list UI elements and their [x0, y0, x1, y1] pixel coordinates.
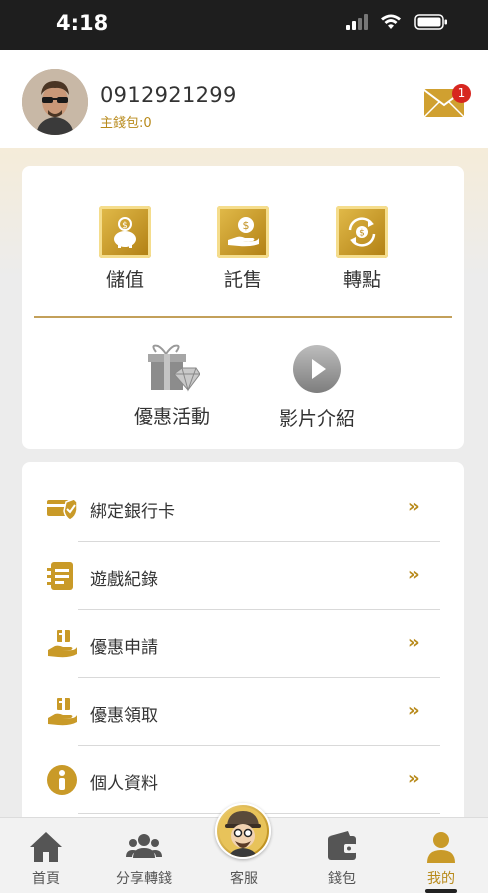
bank-card-shield-icon [47, 498, 78, 521]
quick-actions-card: $ 儲值 $ 託售 $ 轉點 優惠活動 影片介紹 [22, 166, 464, 449]
hand-coin-icon: $ [217, 206, 269, 258]
main-wallet-balance: 主錢包:0 [100, 116, 152, 131]
menu-label: 遊戲紀錄 [90, 570, 158, 590]
status-bar: 4:18 [0, 0, 488, 50]
users-icon [126, 834, 162, 858]
gift-diamond-icon [148, 344, 201, 392]
support-mascot-icon [219, 807, 267, 857]
game-record-icon [47, 562, 73, 590]
chevron-double-right-icon: » [408, 564, 419, 585]
menu-label: 優惠申請 [90, 638, 158, 658]
chevron-double-right-icon: » [408, 700, 419, 721]
info-icon [47, 765, 77, 795]
menu-label: 優惠領取 [90, 706, 158, 726]
wallet-icon [328, 831, 357, 860]
user-icon [427, 832, 455, 863]
wifi-icon [381, 14, 401, 29]
chevron-double-right-icon: » [408, 768, 419, 789]
video-intro-label: 影片介紹 [278, 408, 355, 430]
status-icons [346, 14, 448, 30]
tab-share-transfer[interactable]: 分享轉錢 [104, 818, 184, 893]
avatar[interactable] [22, 69, 88, 135]
home-icon [30, 832, 62, 862]
promo-claim-icon [48, 698, 77, 726]
svg-text:$: $ [359, 229, 365, 239]
svg-text:$: $ [122, 221, 128, 231]
menu-label: 個人資料 [90, 774, 158, 794]
tab-label: 客服 [230, 871, 258, 887]
battery-icon [414, 14, 447, 30]
tab-wallet[interactable]: 錢包 [302, 818, 382, 893]
deposit-label: 儲值 [105, 269, 144, 291]
coin-exchange-icon: $ [336, 206, 388, 258]
tab-label: 錢包 [328, 871, 356, 887]
menu-item-promo-claim[interactable]: 優惠領取 » [22, 678, 464, 746]
promotions-button[interactable]: 優惠活動 [127, 344, 217, 429]
active-tab-indicator [425, 889, 457, 893]
svg-text:$: $ [243, 219, 250, 232]
menu-item-promo-apply[interactable]: 優惠申請 » [22, 610, 464, 678]
phone-number: 0912921299 [100, 83, 237, 107]
menu-label: 綁定銀行卡 [90, 502, 175, 522]
transfer-points-button[interactable]: $ 轉點 [312, 206, 412, 292]
tab-home[interactable]: 首頁 [6, 818, 86, 893]
menu-card: 綁定銀行卡 » 遊戲紀錄 » 優惠申請 » 優惠領取 » 個人資料 » [22, 462, 464, 822]
video-intro-button[interactable]: 影片介紹 [272, 344, 362, 431]
deposit-button[interactable]: $ 儲值 [75, 206, 175, 292]
menu-item-game-record[interactable]: 遊戲紀錄 » [22, 542, 464, 610]
status-time: 4:18 [56, 11, 109, 35]
profile-header: 0912921299 主錢包:0 [0, 50, 488, 148]
menu-item-bind-bank-card[interactable]: 綁定銀行卡 » [22, 474, 464, 542]
promo-apply-icon [48, 630, 77, 658]
chevron-double-right-icon: » [408, 496, 419, 517]
tab-label: 我的 [427, 871, 455, 887]
customer-service-button[interactable] [215, 803, 271, 859]
signal-icon [346, 14, 368, 30]
tab-my-account[interactable]: 我的 [401, 818, 481, 893]
mail-badge: 1 [452, 84, 471, 103]
transfer-points-label: 轉點 [342, 269, 381, 291]
promotions-label: 優惠活動 [133, 406, 210, 428]
play-icon [293, 345, 341, 393]
tab-label: 分享轉錢 [116, 871, 172, 887]
consign-button[interactable]: $ 託售 [193, 206, 293, 292]
piggy-bank-coin-icon: $ [99, 206, 151, 258]
gold-divider [34, 316, 452, 318]
tab-label: 首頁 [32, 871, 60, 887]
consign-label: 託售 [223, 269, 262, 291]
chevron-double-right-icon: » [408, 632, 419, 653]
